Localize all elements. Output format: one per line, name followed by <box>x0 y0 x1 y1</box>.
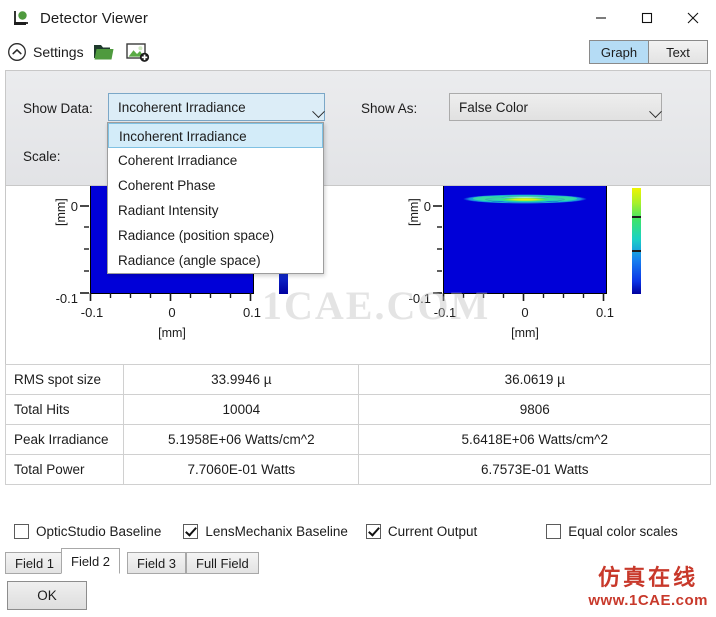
watermark-bottom-line2: www.1CAE.com <box>588 592 708 609</box>
tab-field-1[interactable]: Field 1 <box>5 552 65 574</box>
left-plot-ytick-0: 0 <box>70 199 78 214</box>
scale-label: Scale: <box>23 149 61 164</box>
open-folder-icon[interactable] <box>93 41 117 63</box>
show-data-combobox[interactable]: Incoherent Irradiance <box>108 93 325 121</box>
checkbox-lensmechanix-baseline[interactable]: LensMechanix Baseline <box>183 523 348 539</box>
view-mode-toggle: Graph Text <box>589 40 708 64</box>
field-tabstrip: Field 1 Field 2 Field 3 Full Field <box>5 548 711 574</box>
options-checkbox-row: OpticStudio Baseline LensMechanix Baseli… <box>5 518 711 544</box>
checkbox-box[interactable] <box>546 523 562 539</box>
tab-full-field[interactable]: Full Field <box>186 552 259 574</box>
table-row: Total Hits 10004 9806 <box>4 394 711 425</box>
row-label-total-power: Total Power <box>4 454 125 485</box>
chevron-up-circle-icon[interactable] <box>7 42 27 62</box>
show-as-label: Show As: <box>361 101 418 116</box>
right-plot-colorbar-ticks <box>632 216 641 252</box>
right-plot-xaxis-ticks <box>442 293 605 301</box>
show-as-value: False Color <box>459 99 529 115</box>
right-plot-xlabel: [mm] <box>511 326 539 340</box>
maximize-button[interactable] <box>624 0 670 36</box>
table-row: Total Power 7.7060E-01 Watts 6.7573E-01 … <box>4 454 711 485</box>
left-plot-xaxis-ticks <box>89 293 252 301</box>
checkbox-equal-color-scales[interactable]: Equal color scales <box>546 523 678 539</box>
dropdown-option-coherent-phase[interactable]: Coherent Phase <box>108 173 323 198</box>
right-detector-plot[interactable]: [mm] 0 -0.1 -0.1 0 0.1 [mm] <box>359 186 712 364</box>
window-controls <box>578 0 716 36</box>
checkbox-box[interactable] <box>365 523 381 539</box>
right-plot-xtick-0: -0.1 <box>433 305 457 320</box>
left-plot-xtick-2: 0.1 <box>242 305 262 320</box>
left-plot-xtick-1: 0 <box>168 305 176 320</box>
left-plot-yaxis-ticks <box>80 205 89 294</box>
right-plot-image <box>443 186 607 294</box>
checkbox-box[interactable] <box>14 523 29 539</box>
left-plot-xlabel: [mm] <box>158 326 186 340</box>
show-data-label: Show Data: <box>23 101 93 116</box>
row-value-peak-irradiance-a: 5.1958E+06 Watts/cm^2 <box>123 424 360 455</box>
right-plot-yaxis-ticks <box>433 205 442 294</box>
ok-button[interactable]: OK <box>7 581 87 610</box>
table-row: Peak Irradiance 5.1958E+06 Watts/cm^2 5.… <box>4 424 711 455</box>
view-mode-text[interactable]: Text <box>649 41 707 63</box>
row-value-total-hits-b: 9806 <box>358 394 711 425</box>
show-data-value: Incoherent Irradiance <box>118 99 246 115</box>
tab-field-3[interactable]: Field 3 <box>127 552 187 574</box>
dropdown-option-radiance-position-space[interactable]: Radiance (position space) <box>108 223 323 248</box>
dropdown-option-incoherent-irradiance[interactable]: Incoherent Irradiance <box>108 123 323 148</box>
title-bar: Detector Viewer <box>0 0 716 36</box>
dropdown-option-radiance-angle-space[interactable]: Radiance (angle space) <box>108 248 323 273</box>
row-label-peak-irradiance: Peak Irradiance <box>4 424 125 455</box>
save-image-icon[interactable] <box>125 41 150 63</box>
row-value-rms-spot-size-a: 33.9946 µ <box>123 364 360 395</box>
minimize-button[interactable] <box>578 0 624 36</box>
right-plot-ytick-1: -0.1 <box>408 291 431 306</box>
left-plot-xtick-0: -0.1 <box>80 305 104 320</box>
page-title: Detector Viewer <box>40 9 148 27</box>
checkbox-current-output[interactable]: Current Output <box>365 523 478 539</box>
settings-label: Settings <box>33 44 84 60</box>
checkbox-label: Current Output <box>387 523 478 539</box>
left-plot-ytick-1: -0.1 <box>55 291 78 306</box>
close-button[interactable] <box>670 0 716 36</box>
right-plot-ytick-0: 0 <box>423 199 431 214</box>
dropdown-option-radiant-intensity[interactable]: Radiant Intensity <box>108 198 323 223</box>
checkbox-label: OpticStudio Baseline <box>36 523 162 539</box>
detector-viewer-window: Detector Viewer Settings Graph Text Show… <box>0 0 716 617</box>
right-plot-xtick-1: 0 <box>521 305 529 320</box>
right-plot-spot <box>463 194 587 204</box>
row-value-total-power-a: 7.7060E-01 Watts <box>123 454 360 485</box>
row-value-total-power-b: 6.7573E-01 Watts <box>358 454 711 485</box>
right-plot-xtick-2: 0.1 <box>595 305 615 320</box>
row-value-rms-spot-size-b: 36.0619 µ <box>358 364 711 395</box>
row-label-rms-spot-size: RMS spot size <box>4 364 125 395</box>
table-row: RMS spot size 33.9946 µ 36.0619 µ <box>4 364 711 395</box>
row-value-total-hits-a: 10004 <box>123 394 360 425</box>
row-label-total-hits: Total Hits <box>4 394 125 425</box>
detector-icon <box>12 8 32 28</box>
show-data-dropdown-list[interactable]: Incoherent Irradiance Coherent Irradianc… <box>107 122 324 274</box>
toolbar: Settings Graph Text <box>0 36 716 68</box>
row-value-peak-irradiance-b: 5.6418E+06 Watts/cm^2 <box>358 424 711 455</box>
tab-field-2[interactable]: Field 2 <box>61 548 121 574</box>
show-as-combobox[interactable]: False Color <box>449 93 662 121</box>
checkbox-box[interactable] <box>183 523 199 539</box>
statistics-table: RMS spot size 33.9946 µ 36.0619 µ Total … <box>4 364 711 485</box>
checkbox-opticstudio-baseline[interactable]: OpticStudio Baseline <box>14 523 162 539</box>
checkbox-label: Equal color scales <box>568 523 678 539</box>
dropdown-option-coherent-irradiance[interactable]: Coherent Irradiance <box>108 148 323 173</box>
checkbox-label: LensMechanix Baseline <box>205 523 348 539</box>
view-mode-graph[interactable]: Graph <box>590 41 648 63</box>
